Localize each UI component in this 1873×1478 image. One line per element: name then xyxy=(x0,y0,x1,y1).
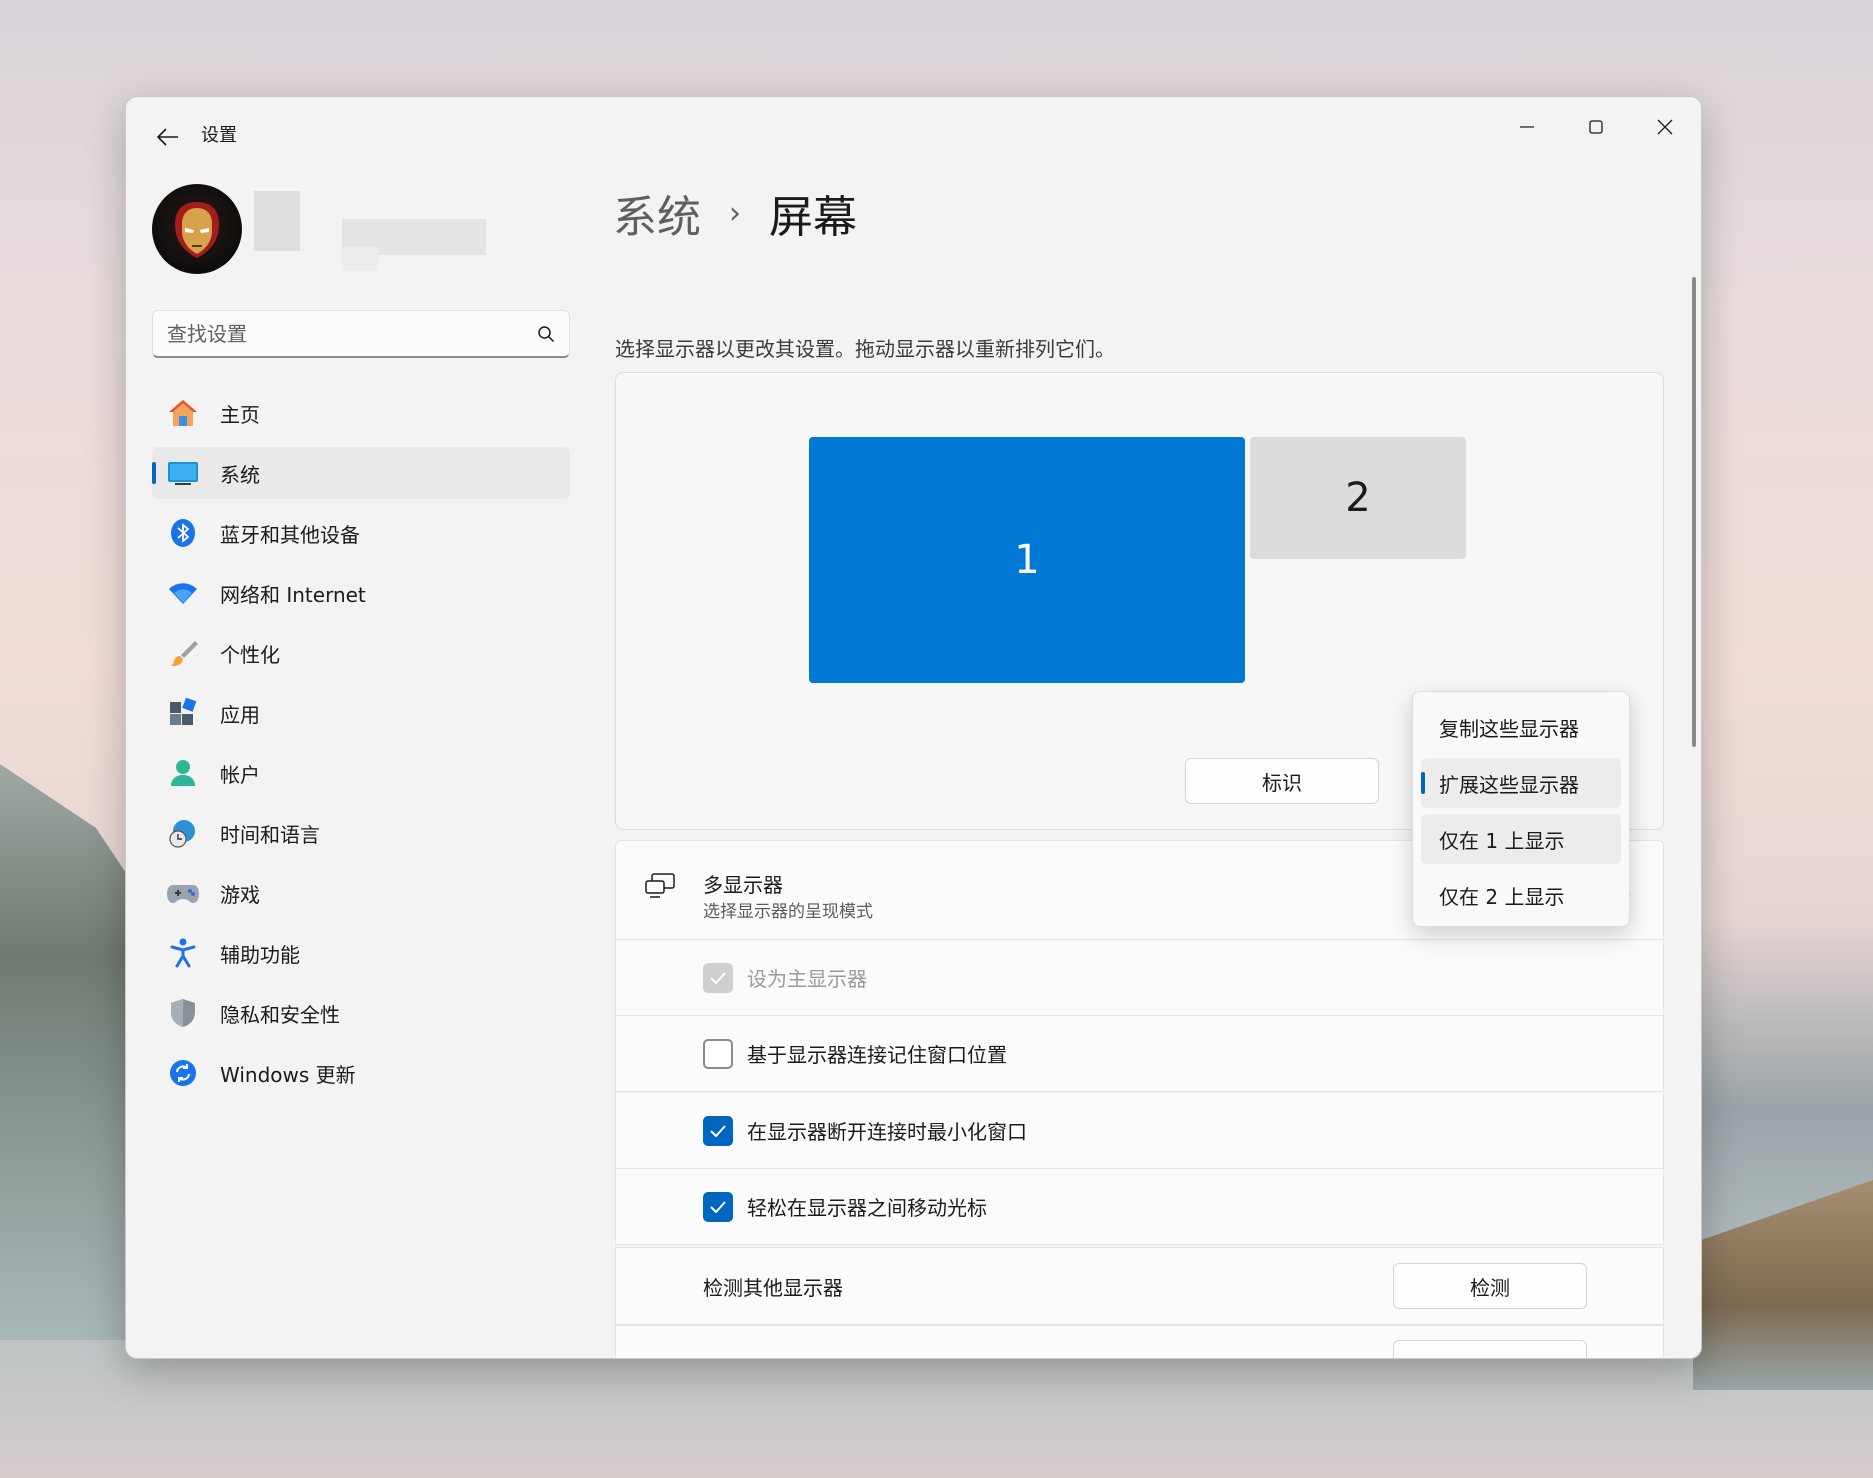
identify-button[interactable]: 标识 xyxy=(1185,758,1379,804)
dropdown-option-extend[interactable]: 扩展这些显示器 xyxy=(1421,758,1621,808)
ironman-mask-icon xyxy=(175,202,219,258)
next-setting-row xyxy=(615,1325,1664,1358)
remember-windows-label: 基于显示器连接记住窗口位置 xyxy=(747,1043,1007,1067)
search-box[interactable] xyxy=(152,310,570,358)
option-row-cursor-move: 轻松在显示器之间移动光标 xyxy=(615,1169,1664,1245)
maximize-icon xyxy=(1589,120,1603,134)
breadcrumb: 系统 › 屏幕 xyxy=(613,181,857,245)
detect-button[interactable]: 检测 xyxy=(1393,1263,1587,1309)
remember-windows-checkbox[interactable] xyxy=(703,1038,733,1069)
sidebar-item-accessibility[interactable]: 辅助功能 xyxy=(152,927,570,979)
profile-name-redacted xyxy=(254,191,300,251)
monitor-1-tile[interactable]: 1 xyxy=(809,437,1245,683)
sidebar-item-bluetooth[interactable]: 蓝牙和其他设备 xyxy=(152,507,570,559)
detect-displays-row: 检测其他显示器 检测 xyxy=(615,1247,1664,1325)
minimize-windows-checkbox[interactable] xyxy=(703,1115,733,1146)
sidebar-item-apps[interactable]: 应用 xyxy=(152,687,570,739)
search-input[interactable] xyxy=(167,321,537,346)
option-row-minimize-windows: 在显示器断开连接时最小化窗口 xyxy=(615,1093,1664,1169)
dropdown-option-duplicate[interactable]: 复制这些显示器 xyxy=(1421,702,1621,752)
wallpaper-shore xyxy=(1693,1180,1873,1390)
globe-clock-icon xyxy=(166,816,200,850)
profile-redacted-fragment xyxy=(342,247,378,271)
search-icon[interactable] xyxy=(537,325,555,343)
update-icon xyxy=(166,1056,200,1090)
close-button[interactable] xyxy=(1635,105,1695,149)
person-icon xyxy=(166,756,200,790)
sidebar-item-gaming[interactable]: 游戏 xyxy=(152,867,570,919)
multi-display-title: 多显示器 xyxy=(703,873,783,897)
sidebar-item-system[interactable]: 系统 xyxy=(152,447,570,499)
option-row-remember-windows: 基于显示器连接记住窗口位置 xyxy=(615,1016,1664,1092)
check-icon xyxy=(710,971,726,984)
cursor-move-label: 轻松在显示器之间移动光标 xyxy=(747,1196,987,1220)
sidebar-item-accounts[interactable]: 帐户 xyxy=(152,747,570,799)
close-icon xyxy=(1657,119,1673,135)
shield-icon xyxy=(166,996,200,1030)
back-button[interactable] xyxy=(148,119,188,155)
wifi-icon xyxy=(166,576,200,610)
page-title: 屏幕 xyxy=(769,192,857,243)
sidebar-nav: 主页 系统 蓝牙和其他设备 网络和 Internet 个性化 应用 帐户 时间和… xyxy=(152,387,570,1107)
check-icon xyxy=(710,1200,726,1213)
arrow-left-icon xyxy=(157,128,178,146)
scrollbar-thumb[interactable] xyxy=(1692,277,1696,747)
display-icon xyxy=(166,456,200,490)
app-title: 设置 xyxy=(201,125,237,146)
option-row-primary: 设为主显示器 xyxy=(615,940,1664,1016)
sidebar-item-network[interactable]: 网络和 Internet xyxy=(152,567,570,619)
detect-displays-label: 检测其他显示器 xyxy=(703,1275,843,1300)
sidebar-item-personalization[interactable]: 个性化 xyxy=(152,627,570,679)
primary-display-label: 设为主显示器 xyxy=(747,967,867,991)
bluetooth-icon xyxy=(166,516,200,550)
breadcrumb-parent[interactable]: 系统 xyxy=(613,181,701,245)
sidebar-item-home[interactable]: 主页 xyxy=(152,387,570,439)
gamepad-icon xyxy=(166,876,200,910)
multi-display-subtitle: 选择显示器的呈现模式 xyxy=(703,902,873,922)
sidebar-item-windows-update[interactable]: Windows 更新 xyxy=(152,1047,570,1099)
display-mode-dropdown: 复制这些显示器 扩展这些显示器 仅在 1 上显示 仅在 2 上显示 xyxy=(1412,691,1630,927)
primary-display-checkbox[interactable] xyxy=(703,962,733,993)
arrange-hint: 选择显示器以更改其设置。拖动显示器以重新排列它们。 xyxy=(615,337,1115,361)
apps-icon xyxy=(166,696,200,730)
home-icon xyxy=(166,396,200,430)
settings-window: 设置 主页 xyxy=(125,96,1702,1359)
check-icon xyxy=(710,1124,726,1137)
multi-monitor-icon xyxy=(644,873,676,903)
minimize-icon xyxy=(1520,126,1534,128)
accessibility-icon xyxy=(166,936,200,970)
cursor-move-checkbox[interactable] xyxy=(703,1191,733,1222)
brush-icon xyxy=(166,636,200,670)
monitor-2-tile[interactable]: 2 xyxy=(1250,437,1466,559)
avatar[interactable] xyxy=(152,184,242,274)
sidebar-item-time-language[interactable]: 时间和语言 xyxy=(152,807,570,859)
sidebar-item-privacy[interactable]: 隐私和安全性 xyxy=(152,987,570,1039)
next-setting-button[interactable] xyxy=(1393,1340,1587,1358)
title-bar: 设置 xyxy=(126,97,1701,167)
dropdown-option-only-2[interactable]: 仅在 2 上显示 xyxy=(1421,870,1621,920)
maximize-button[interactable] xyxy=(1566,105,1626,149)
dropdown-option-only-1[interactable]: 仅在 1 上显示 xyxy=(1421,814,1621,864)
breadcrumb-separator: › xyxy=(729,195,741,231)
minimize-button[interactable] xyxy=(1497,105,1557,149)
minimize-windows-label: 在显示器断开连接时最小化窗口 xyxy=(747,1120,1027,1144)
